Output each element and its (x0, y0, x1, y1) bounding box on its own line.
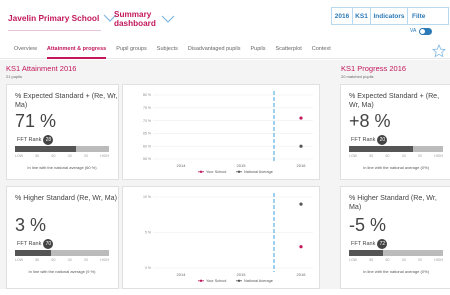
national-point (299, 144, 303, 148)
metric-value: -5 % (349, 215, 387, 235)
dashboard-name: Summary dashboard (114, 10, 156, 28)
comparison-text: In line with the national average (60 %) (27, 165, 97, 170)
y-tick-label: 60 % (143, 144, 151, 148)
higher-chart-card: 10 % 5 % 0 % 2014 2015 2016 Your School Nationa… (122, 186, 320, 289)
tab-attainment-progress[interactable]: Attainment & progress (46, 39, 107, 59)
y-tick-label: 80 % (143, 93, 151, 97)
comparison-text: In line with the national average (0%) (363, 165, 429, 170)
school-point (299, 116, 303, 120)
x-tick-label: 2016 (297, 272, 307, 277)
rank-band (349, 146, 443, 152)
x-tick-label: 2015 (237, 272, 247, 277)
fft-rank-label: FFT Rank (17, 137, 42, 143)
metric-value: 3 % (15, 215, 47, 235)
fft-rank-badge: 72 (377, 239, 388, 249)
legend-school-marker (199, 279, 203, 282)
rank-scale: LOW 80 60 40 20 HIGH (15, 154, 109, 158)
progress-higher-card: % Higher Standard (Re, Wr, Ma) -5 % FFT … (340, 186, 450, 289)
dashboard-selector[interactable]: Summary dashboard (114, 6, 192, 32)
fft-rank: FFT Rank 72 (351, 239, 388, 249)
metric-title: % Higher Standard (Re, Wr, Ma) (349, 194, 437, 211)
tab-pupils[interactable]: Pupils (251, 39, 266, 59)
x-tick-label: 2014 (177, 163, 187, 168)
rank-scale: LOW 80 60 40 20 HIGH (349, 154, 443, 158)
rank-band (349, 250, 443, 256)
fft-rank: FFT Rank 28 (17, 135, 54, 145)
progress-title: KS1 Progress 2016 (341, 64, 407, 73)
va-label: VA (410, 28, 417, 34)
tab-subjects[interactable]: Subjects (157, 39, 178, 59)
legend-national-marker (237, 170, 241, 173)
va-toggle[interactable]: VA (410, 26, 450, 36)
legend-national-label: National Average (244, 170, 273, 174)
tab-disadvantaged-pupils[interactable]: Disadvantaged pupils (188, 39, 241, 59)
y-tick-label: 55 % (143, 157, 151, 161)
y-tick-label: 10 % (143, 195, 151, 199)
y-tick-label: 75 % (143, 106, 151, 110)
fft-rank-label: FFT Rank (351, 137, 376, 143)
progress-expected-card: % Expected Standard + (Re, Wr, Ma) +8 % … (340, 84, 450, 180)
metric-value: +8 % (349, 111, 391, 131)
section-nav: Overview Attainment & progress Pupil gro… (0, 39, 450, 59)
expected-standard-card: % Expected Standard + (Re, Wr, Ma) 71 % … (6, 84, 119, 180)
progress-subtitle: 20 matched pupils (341, 74, 374, 79)
fft-rank-label: FFT Rank (351, 241, 376, 247)
tab-pupil-groups[interactable]: Pupil groups (116, 39, 147, 59)
metric-title: % Expected Standard + (Re, Wr, Ma) (15, 92, 118, 109)
school-selector[interactable]: Javelin Primary School (8, 6, 117, 31)
metric-title: % Expected Standard + (Re, Wr, Ma) (349, 92, 440, 109)
toggle-switch[interactable] (419, 27, 433, 35)
expected-chart: 80 % 75 % 70 % 65 % 60 % 55 % 2014 2015 2016 Your… (143, 91, 313, 174)
attainment-title: KS1 Attainment 2016 (6, 64, 77, 73)
y-tick-label: 65 % (143, 132, 151, 136)
star-icon[interactable] (432, 43, 446, 58)
rank-band (15, 250, 109, 256)
fft-rank-label: FFT Rank (17, 241, 42, 247)
fft-rank: FFT Rank 20 (351, 135, 388, 145)
rank-scale: LOW 80 60 40 20 HIGH (349, 258, 443, 262)
header-filters: 2016 KS1 Indicators Filte (331, 7, 450, 25)
fft-rank-badge: 28 (43, 135, 54, 145)
comparison-text: In line with the national average (9 %) (28, 269, 96, 274)
indicators-button[interactable]: Indicators (370, 7, 408, 25)
y-tick-label: 0 % (145, 266, 151, 270)
national-point (299, 202, 303, 206)
metric-value: 71 % (15, 111, 57, 131)
y-tick-label: 70 % (143, 119, 151, 123)
fft-rank-badge: 20 (377, 135, 388, 145)
school-point (299, 245, 303, 249)
attainment-subtitle: 21 pupils (6, 74, 23, 79)
fft-rank-badge: 70 (43, 239, 54, 249)
legend-school-label: Your School (206, 170, 226, 174)
key-stage-button[interactable]: KS1 (352, 7, 371, 25)
top-bar: Javelin Primary School Summary dashboard… (0, 0, 450, 38)
legend-national-label: National Average (244, 279, 273, 283)
filter-button[interactable]: Filte (407, 7, 449, 25)
tab-overview[interactable]: Overview (14, 39, 37, 59)
year-button[interactable]: 2016 (331, 7, 353, 25)
chevron-down-icon (161, 14, 175, 24)
x-tick-label: 2016 (297, 163, 307, 168)
school-name: Javelin Primary School (8, 13, 100, 23)
tab-context[interactable]: Context (312, 39, 331, 59)
legend-school-marker (199, 170, 203, 173)
fft-rank: FFT Rank 70 (17, 239, 54, 249)
x-tick-label: 2014 (177, 272, 187, 277)
metric-title: % Higher Standard (Re, Wr, Ma) (15, 194, 117, 202)
comparison-text: In line with the national average (0%) (363, 269, 429, 274)
x-tick-label: 2015 (237, 163, 247, 168)
tab-scatterplot[interactable]: Scatterplot (275, 39, 301, 59)
y-tick-label: 5 % (145, 231, 151, 235)
higher-chart: 10 % 5 % 0 % 2014 2015 2016 Your School Nationa… (143, 193, 313, 283)
legend-school-label: Your School (206, 279, 226, 283)
expected-chart-card: 80 % 75 % 70 % 65 % 60 % 55 % 2014 2015 2016 Your… (122, 84, 320, 180)
legend-national-marker (237, 279, 241, 282)
rank-scale: LOW 80 60 40 20 HIGH (15, 258, 109, 262)
higher-standard-card: % Higher Standard (Re, Wr, Ma) 3 % FFT R… (6, 186, 119, 289)
rank-band (15, 146, 109, 152)
